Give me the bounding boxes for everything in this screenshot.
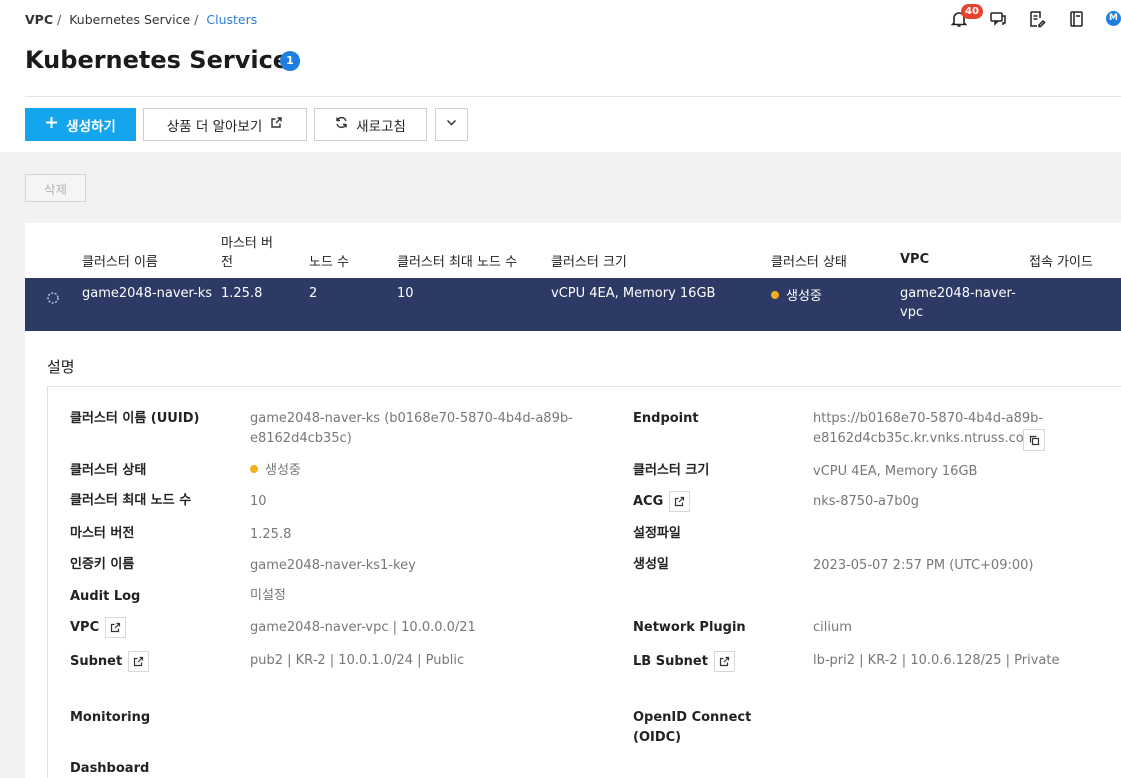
breadcrumb-kubernetes-service[interactable]: Kubernetes Service [69,12,190,27]
col-header-max-nodes: 클러스터 최대 노드 수 [397,255,518,270]
cell-status-text: 생성중 [786,289,822,304]
breadcrumb-vpc[interactable]: VPC [25,12,53,27]
edit-document-icon[interactable] [1028,10,1048,30]
label-lb-subnet: LB Subnet [633,651,735,672]
status-dot-icon [771,291,779,299]
refresh-label: 새로고침 [356,118,406,135]
value-master-version: 1.25.8 [250,527,292,542]
label-max-nodes: 클러스터 최대 노드 수 [70,493,192,508]
cell-size: vCPU 4EA, Memory 16GB [551,286,716,301]
learn-more-button[interactable]: 상품 더 알아보기 [143,108,307,141]
breadcrumb-separator: / [57,12,62,27]
col-header-guide: 접속 가이드 [1029,255,1093,270]
value-uuid-l1: game2048-naver-ks (b0168e70-5870-4b4d-a8… [250,411,573,426]
page-title: Kubernetes Service [25,46,290,74]
col-header-name: 클러스터 이름 [82,255,158,270]
label-audit-log: Audit Log [70,589,141,604]
label-oidc-l1: OpenID Connect [633,710,752,725]
learn-more-label: 상품 더 알아보기 [166,118,263,135]
value-status: 생성중 [250,461,301,481]
user-avatar[interactable]: M [1106,11,1121,26]
cell-name: game2048-naver-ks [82,286,213,301]
table-row[interactable]: game2048-naver-ks 1.25.8 2 10 vCPU 4EA, … [25,278,1121,331]
label-subnet-text: Subnet [70,653,123,669]
value-acg: nks-8750-a7b0g [813,494,920,509]
label-master-version: 마스터 버전 [70,526,135,541]
label-vpc-text: VPC [70,619,100,635]
detail-section-title: 설명 [47,358,75,376]
lb-subnet-external-link-icon[interactable] [713,651,735,672]
status-dot-icon [250,465,258,473]
copy-icon[interactable] [1023,429,1045,451]
col-header-status: 클러스터 상태 [771,255,847,270]
cell-vpc-l1: game2048-naver- [900,286,1016,301]
label-auth-key: 인증키 이름 [70,557,135,572]
loading-spinner-icon [46,291,60,305]
value-max-nodes: 10 [250,494,267,509]
label-subnet: Subnet [70,651,150,672]
acg-external-link-icon[interactable] [669,491,691,512]
value-vpc: game2048-naver-vpc | 10.0.0.0/21 [250,620,476,635]
label-status: 클러스터 상태 [70,463,147,478]
delete-button[interactable]: 삭제 [25,174,86,202]
label-created: 생성일 [633,557,669,572]
cell-status: 생성중 [771,285,822,304]
divider [25,96,1121,97]
cell-max-nodes: 10 [397,286,414,301]
label-size: 클러스터 크기 [633,463,710,478]
value-endpoint-l1: https://b0168e70-5870-4b4d-a89b- [813,411,1044,426]
cluster-table-panel: 클러스터 이름 마스터 버 전 노드 수 클러스터 최대 노드 수 클러스터 크… [25,223,1121,778]
create-button-label: 생성하기 [66,118,116,135]
value-status-text: 생성중 [265,463,301,478]
subnet-external-link-icon[interactable] [128,651,150,672]
label-lb-subnet-text: LB Subnet [633,653,708,669]
notification-badge: 40 [961,4,983,19]
value-auth-key: game2048-naver-ks1-key [250,558,416,573]
label-vpc: VPC [70,617,127,638]
more-dropdown-button[interactable] [435,108,468,141]
label-endpoint: Endpoint [633,411,699,426]
value-lb-subnet: lb-pri2 | KR-2 | 10.0.6.128/25 | Private [813,653,1060,668]
detail-panel: 클러스터 이름 (UUID) 클러스터 상태 클러스터 최대 노드 수 마스터 … [47,386,1121,778]
label-acg: ACG [633,491,691,512]
plus-icon [45,116,58,133]
value-uuid-l2: e8162d4cb35c) [250,431,352,446]
label-config-file: 설정파일 [633,526,681,541]
refresh-icon [335,116,348,133]
label-monitoring: Monitoring [70,710,151,725]
col-header-size: 클러스터 크기 [551,255,627,270]
breadcrumb-separator: / [194,12,199,27]
value-endpoint-l2: e8162d4cb35c.kr.vnks.ntruss.com [813,431,1037,446]
cell-node-count: 2 [309,286,318,301]
label-network-plugin: Network Plugin [633,620,746,635]
vpc-external-link-icon[interactable] [105,617,127,638]
value-size: vCPU 4EA, Memory 16GB [813,464,978,479]
chevron-down-icon [445,116,458,133]
cell-vpc-l2: vpc [900,305,924,320]
col-header-master-version-l1: 마스터 버 [221,236,273,251]
label-acg-text: ACG [633,493,664,509]
value-subnet: pub2 | KR-2 | 10.0.1.0/24 | Public [250,653,465,668]
label-uuid: 클러스터 이름 (UUID) [70,411,200,426]
label-dashboard: Dashboard [70,761,150,776]
label-oidc-l2: (OIDC) [633,730,682,745]
col-header-node-count: 노드 수 [309,255,350,270]
cell-master-version: 1.25.8 [221,286,263,301]
value-created: 2023-05-07 2:57 PM (UTC+09:00) [813,558,1034,573]
cluster-count-badge: 1 [280,51,300,71]
col-header-vpc: VPC [900,252,930,267]
breadcrumb: VPC / Kubernetes Service / Clusters [25,12,257,27]
refresh-button[interactable]: 새로고침 [314,108,427,141]
manual-book-icon[interactable] [1067,10,1087,30]
external-link-icon [270,116,283,133]
breadcrumb-clusters[interactable]: Clusters [206,12,257,27]
col-header-master-version-l2: 전 [221,255,233,270]
value-audit-log: 미설정 [250,588,286,603]
create-button[interactable]: 생성하기 [25,108,136,141]
value-network-plugin: cilium [813,620,852,635]
chat-icon[interactable] [989,10,1009,30]
